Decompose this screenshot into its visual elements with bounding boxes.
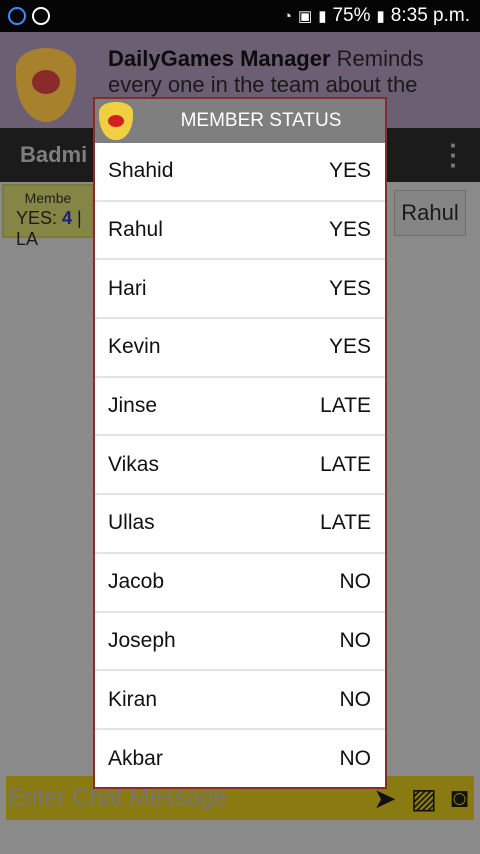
member-status: YES <box>328 335 371 359</box>
member-row[interactable]: Akbar NO <box>95 730 385 789</box>
member-name: Vikas <box>108 452 159 476</box>
dialog-logo-icon <box>99 102 133 140</box>
member-row[interactable]: Kevin YES <box>95 319 385 378</box>
member-status: NO <box>339 747 372 771</box>
whatsapp-icon <box>32 7 50 25</box>
member-chip[interactable]: Rahul <box>394 190 466 236</box>
member-name: Hari <box>108 276 147 300</box>
signal-icon: ▮ <box>318 8 327 25</box>
member-status: LATE <box>320 394 371 418</box>
member-status: LATE <box>320 511 371 535</box>
member-name: Jinse <box>108 394 158 418</box>
member-row[interactable]: Hari YES <box>95 260 385 320</box>
sim-icon: ▣ <box>298 8 313 25</box>
member-name: Akbar <box>108 747 163 771</box>
app-notification-icon <box>8 7 26 25</box>
camera-icon[interactable]: ◙ <box>451 782 468 815</box>
member-status: NO <box>339 687 372 711</box>
member-status: NO <box>339 570 372 594</box>
dialog-header: MEMBER STATUS <box>95 99 385 143</box>
clock: 8:35 p.m. <box>390 5 470 26</box>
wifi-icon: ◔ <box>282 7 293 25</box>
member-status: YES <box>328 159 371 183</box>
member-row[interactable]: Jinse LATE <box>95 378 385 437</box>
stats-values: YES: 4 | LA <box>16 208 82 249</box>
yes-count: 4 <box>62 208 73 228</box>
member-list: Shahid YES Rahul YES Hari YES Kevin YES Jins… <box>95 143 385 789</box>
app-screen: ◔ ▣ ▮ 75% ▮ 8:35 p.m. DailyGames Manager… <box>0 0 480 854</box>
member-status: YES <box>328 218 371 242</box>
member-name: Kevin <box>108 335 161 359</box>
member-row[interactable]: Shahid YES <box>95 143 385 202</box>
overflow-menu-icon[interactable]: · · · <box>449 132 458 178</box>
battery-icon: ▮ <box>376 8 385 25</box>
app-logo <box>16 48 76 122</box>
image-icon[interactable]: ▨ <box>411 782 437 815</box>
toolbar-title: Badmi <box>20 142 88 167</box>
member-status: LATE <box>320 452 371 476</box>
battery-percent: 75% <box>332 5 371 26</box>
member-status: NO <box>339 628 372 652</box>
dialog-title: MEMBER STATUS <box>180 110 342 131</box>
member-row[interactable]: Kiran NO <box>95 671 385 730</box>
member-row[interactable]: Ullas LATE <box>95 495 385 554</box>
member-status-dialog: MEMBER STATUS Shahid YES Rahul YES Hari YES… <box>93 97 387 789</box>
member-row[interactable]: Vikas LATE <box>95 436 385 496</box>
member-name: Jacob <box>108 570 165 594</box>
member-stats-box: Membe YES: 4 | LA <box>2 184 94 249</box>
member-row[interactable]: Rahul YES <box>95 202 385 261</box>
member-status: YES <box>328 276 371 300</box>
status-bar: ◔ ▣ ▮ 75% ▮ 8:35 p.m. <box>0 0 480 32</box>
member-name: Rahul <box>108 218 163 242</box>
member-name: Joseph <box>108 628 176 652</box>
late-label: LA <box>16 229 39 249</box>
member-name: Kiran <box>108 687 158 711</box>
banner-app-name: DailyGames Manager <box>108 46 331 71</box>
member-row[interactable]: Joseph NO <box>95 613 385 672</box>
yes-label: YES: <box>16 208 63 228</box>
member-name: Ullas <box>108 511 155 535</box>
member-name: Shahid <box>108 159 174 183</box>
stats-header: Membe <box>24 190 72 206</box>
member-row[interactable]: Jacob NO <box>95 554 385 613</box>
